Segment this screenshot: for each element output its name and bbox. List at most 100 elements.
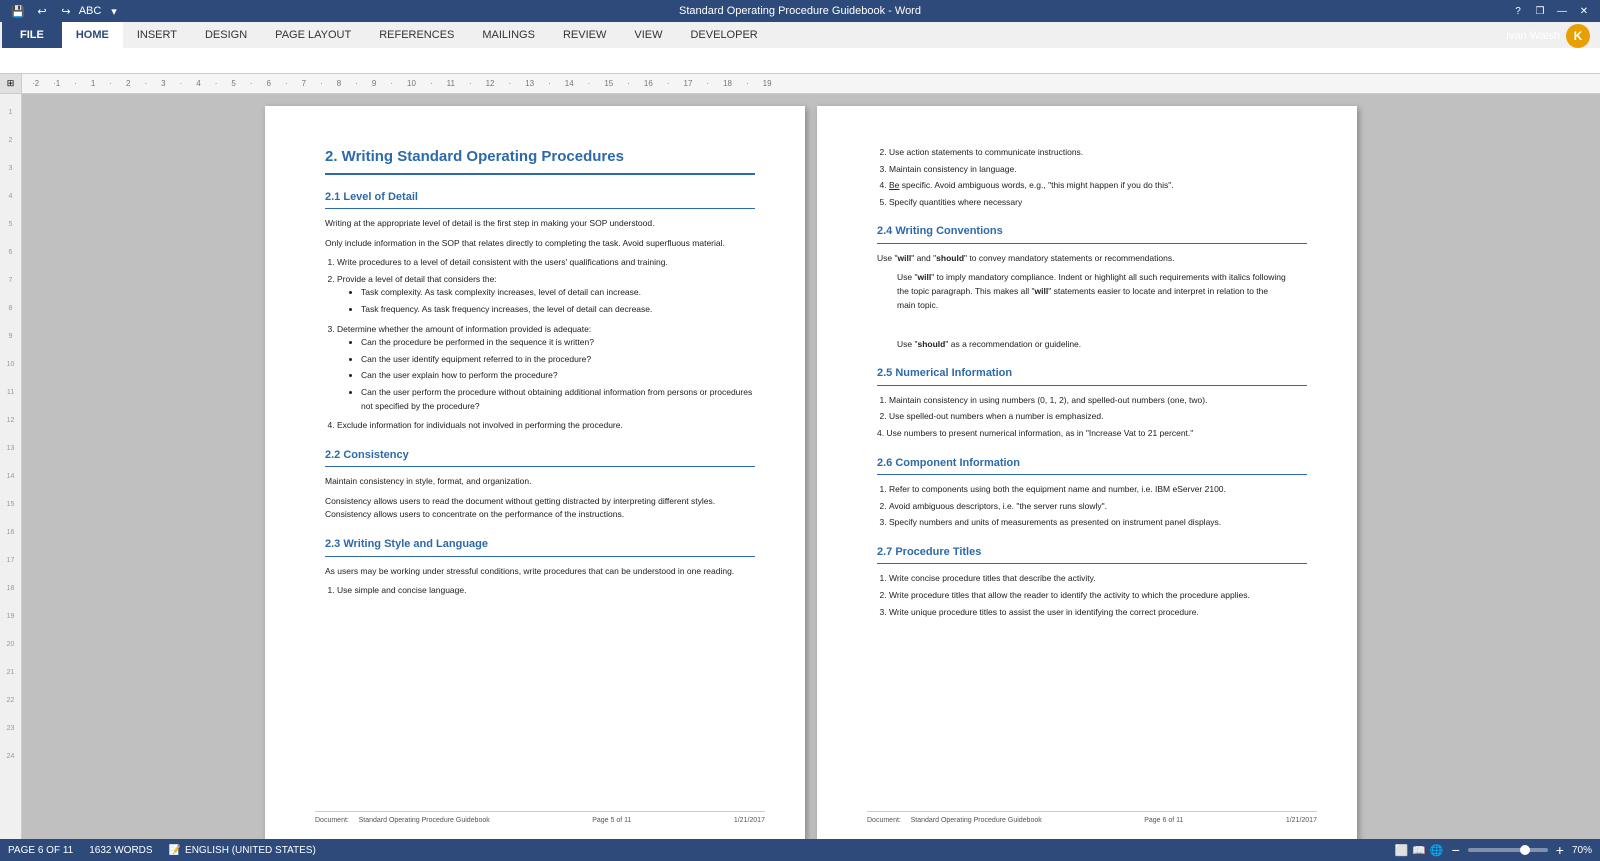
zoom-level: 70% xyxy=(1572,845,1592,856)
list-item: Use action statements to communicate ins… xyxy=(889,146,1307,160)
tab-home[interactable]: HOME xyxy=(62,22,123,48)
tab-developer[interactable]: DEVELOPER xyxy=(676,22,771,48)
section-2-3-continued: Use action statements to communicate ins… xyxy=(877,146,1307,209)
section-2-1-list: Write procedures to a level of detail co… xyxy=(325,256,755,433)
spell-check-button[interactable]: ABC xyxy=(80,1,100,21)
section-2-7: 2.7 Procedure Titles Write concise proce… xyxy=(877,544,1307,619)
list-item: Use simple and concise language. xyxy=(337,584,755,598)
list-item: Write concise procedure titles that desc… xyxy=(889,572,1307,586)
ruler-track: ·2 ·1 · 1 · 2 · 3 · 4 · 5 · 6 · 7 · 8 · … xyxy=(22,74,1600,93)
blockquote-will: Use "will" to imply mandatory compliance… xyxy=(897,271,1287,312)
ribbon-content xyxy=(0,48,1600,74)
ruler-toggle[interactable]: ⊞ xyxy=(0,74,22,94)
list-item: Exclude information for individuals not … xyxy=(337,419,755,433)
list-item: Task frequency. As task frequency increa… xyxy=(361,303,755,317)
tab-page-layout[interactable]: PAGE LAYOUT xyxy=(261,22,365,48)
page-6-footer: Document: Standard Operating Procedure G… xyxy=(867,811,1317,827)
section-2-1-intro: Writing at the appropriate level of deta… xyxy=(325,217,755,231)
section-2-6-list: Refer to components using both the equip… xyxy=(877,483,1307,530)
tab-insert[interactable]: INSERT xyxy=(123,22,191,48)
undo-button[interactable]: ↩ xyxy=(32,1,52,21)
window-title: Standard Operating Procedure Guidebook -… xyxy=(679,5,921,17)
section-2-2-para2: Consistency allows users to read the doc… xyxy=(325,495,755,522)
window-controls: ? ❐ — ✕ xyxy=(1510,3,1592,19)
page-status: PAGE 6 OF 11 xyxy=(8,845,73,856)
footer-doc-info: Document: Standard Operating Procedure G… xyxy=(867,816,1042,827)
footer-date: 1/21/2017 xyxy=(734,816,765,827)
zoom-slider[interactable] xyxy=(1468,848,1548,852)
full-reading-icon[interactable]: 📖 xyxy=(1412,844,1426,857)
restore-button[interactable]: ❐ xyxy=(1532,3,1548,19)
main-area: 1 2 3 4 5 6 7 8 9 10 11 12 13 14 15 16 1… xyxy=(0,94,1600,839)
vertical-ruler: 1 2 3 4 5 6 7 8 9 10 11 12 13 14 15 16 1… xyxy=(0,94,22,839)
section-2-7-list: Write concise procedure titles that desc… xyxy=(877,572,1307,619)
section-2-4-para1: Use "will" and "should" to convey mandat… xyxy=(877,252,1307,266)
section-2-3-para1: As users may be working under stressful … xyxy=(325,565,755,579)
minimize-button[interactable]: — xyxy=(1554,3,1570,19)
section-2-6-title: 2.6 Component Information xyxy=(877,455,1307,476)
list-item: Specify numbers and units of measurement… xyxy=(889,516,1307,530)
list-item: Can the procedure be performed in the se… xyxy=(361,336,755,350)
status-right-area: ⬜ 📖 🌐 − + 70% xyxy=(1395,842,1593,858)
list-item: Maintain consistency in using numbers (0… xyxy=(889,394,1307,408)
avatar[interactable]: K xyxy=(1566,24,1590,48)
section-2-1-title: 2.1 Level of Detail xyxy=(325,189,755,210)
save-button[interactable]: 💾 xyxy=(8,1,28,21)
close-button[interactable]: ✕ xyxy=(1576,3,1592,19)
footer-doc-info: Document: Standard Operating Procedure G… xyxy=(315,816,490,827)
web-layout-icon[interactable]: 🌐 xyxy=(1430,844,1444,857)
footer-doc-label: Document: xyxy=(315,817,357,824)
section-2-3-title: 2.3 Writing Style and Language xyxy=(325,536,755,557)
user-name: Ivan Walsh xyxy=(1506,30,1560,42)
tab-file[interactable]: FILE xyxy=(2,22,62,48)
user-area: Ivan Walsh K xyxy=(1506,24,1598,48)
list-item: Can the user explain how to perform the … xyxy=(361,369,755,383)
word-count: 1632 WORDS xyxy=(89,845,152,856)
section-2-3-list: Use simple and concise language. xyxy=(325,584,755,598)
tab-review[interactable]: REVIEW xyxy=(549,22,620,48)
more-button[interactable]: ▾ xyxy=(104,1,124,21)
section-2-1: 2.1 Level of Detail Writing at the appro… xyxy=(325,189,755,433)
ribbon: FILE HOME INSERT DESIGN PAGE LAYOUT REFE… xyxy=(0,22,1600,74)
zoom-out-button[interactable]: − xyxy=(1452,842,1460,858)
list-item: Write procedure titles that allow the re… xyxy=(889,589,1307,603)
word-count-value: 1632 WORDS xyxy=(89,845,152,856)
page-5-footer: Document: Standard Operating Procedure G… xyxy=(315,811,765,827)
tab-references[interactable]: REFERENCES xyxy=(365,22,468,48)
title-bar: 💾 ↩ ↪ ABC ▾ Standard Operating Procedure… xyxy=(0,0,1600,22)
document-area[interactable]: 2. Writing Standard Operating Procedures… xyxy=(22,94,1600,839)
footer-doc-label: Document: xyxy=(867,817,909,824)
section-2-7-title: 2.7 Procedure Titles xyxy=(877,544,1307,565)
language-value: ENGLISH (UNITED STATES) xyxy=(185,845,316,856)
tab-design[interactable]: DESIGN xyxy=(191,22,261,48)
section-2-5: 2.5 Numerical Information Maintain consi… xyxy=(877,365,1307,440)
language-status: 📝 ENGLISH (UNITED STATES) xyxy=(169,845,316,856)
list-item: Can the user identify equipment referred… xyxy=(361,353,755,367)
list-item: Can the user perform the procedure witho… xyxy=(361,386,755,413)
list-item: Use spelled-out numbers when a number is… xyxy=(889,410,1307,424)
zoom-in-button[interactable]: + xyxy=(1556,842,1564,858)
footer-page-num: Page 6 of 11 xyxy=(1144,816,1183,827)
redo-button[interactable]: ↪ xyxy=(56,1,76,21)
list-item: Write unique procedure titles to assist … xyxy=(889,606,1307,620)
blockquote-should: Use "should" as a recommendation or guid… xyxy=(897,338,1287,352)
ruler: ⊞ ·2 ·1 · 1 · 2 · 3 · 4 · 5 · 6 · 7 · 8 … xyxy=(0,74,1600,94)
section-2-5-list: Maintain consistency in using numbers (0… xyxy=(877,394,1307,441)
view-buttons: ⬜ 📖 🌐 xyxy=(1395,844,1444,857)
section-2-6: 2.6 Component Information Refer to compo… xyxy=(877,455,1307,530)
sub-bullet-list-3: Can the procedure be performed in the se… xyxy=(337,336,755,413)
status-bar: PAGE 6 OF 11 1632 WORDS 📝 ENGLISH (UNITE… xyxy=(0,839,1600,861)
tab-mailings[interactable]: MAILINGS xyxy=(468,22,549,48)
ruler-numbers: ·2 ·1 · 1 · 2 · 3 · 4 · 5 · 6 · 7 · 8 · … xyxy=(22,74,1600,93)
help-button[interactable]: ? xyxy=(1510,3,1526,19)
list-item: Specify quantities where necessary xyxy=(889,196,1307,210)
tab-view[interactable]: VIEW xyxy=(620,22,676,48)
page-info: PAGE 6 OF 11 xyxy=(8,845,73,856)
print-layout-icon[interactable]: ⬜ xyxy=(1395,844,1409,857)
list-item: 4. Use numbers to present numerical info… xyxy=(877,427,1307,441)
zoom-thumb xyxy=(1520,845,1530,855)
list-item: Provide a level of detail that considers… xyxy=(337,273,755,317)
section-2-3: 2.3 Writing Style and Language As users … xyxy=(325,536,755,598)
language-icon: 📝 xyxy=(169,845,181,856)
section-2-2-para1: Maintain consistency in style, format, a… xyxy=(325,475,755,489)
